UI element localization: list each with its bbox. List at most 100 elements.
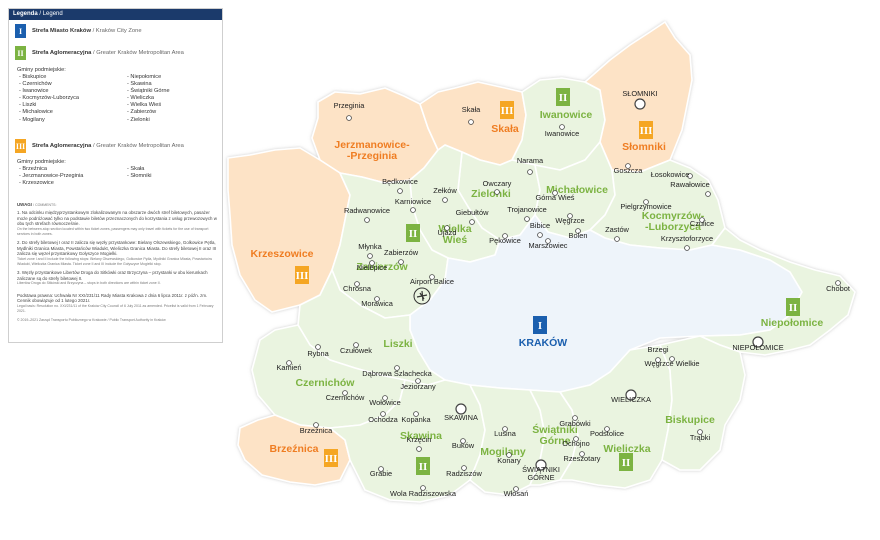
town-label: Narama: [517, 156, 544, 165]
town-marker: Czulice: [690, 217, 714, 228]
commune-label: Biskupice: [665, 414, 715, 426]
town-label: Pielgrzymowice: [620, 202, 671, 211]
zone-badge-III: III: [324, 449, 338, 467]
town-label: Radziszów: [446, 469, 482, 478]
town-label: Wola Radziszowska: [390, 489, 457, 498]
zone-badge-I: I: [533, 316, 547, 334]
town-marker: Pękowice: [489, 233, 521, 245]
town-label: NIEPOŁOMICE: [732, 343, 783, 352]
town-marker: Łosokowice: [651, 170, 693, 179]
zone-badge-II: II: [786, 298, 800, 316]
commune-label: Krzeszowice: [250, 248, 313, 260]
town-label: Młynka: [358, 242, 382, 251]
town-label: Krzęcin: [407, 435, 432, 444]
town-marker: Górna Wieś: [535, 190, 575, 202]
town-label: Dąbrowa Szlachecka: [362, 369, 432, 378]
town-label: Zabierzów: [384, 248, 419, 257]
town-marker: Pielgrzymowice: [620, 199, 672, 211]
town-label: Kamień: [276, 363, 301, 372]
town-label: Giebułtów: [456, 208, 490, 217]
town-label: ŚWIĄTNIKI GÓRNE: [522, 465, 560, 482]
town-marker: Nielepice: [357, 260, 387, 272]
town-label: Brzegi: [648, 345, 669, 354]
town-marker: Kamień: [276, 360, 302, 372]
commune-label: Zielonki: [471, 188, 511, 200]
town-label: Grabówki: [559, 419, 591, 428]
town-label: Przeginia: [334, 101, 366, 110]
town-label: Ochojno: [562, 439, 590, 448]
commune-label: Słomniki: [622, 141, 666, 153]
town-label: Czernichów: [326, 393, 365, 402]
svg-text:III: III: [640, 125, 653, 137]
town-label: Nielepice: [357, 263, 387, 272]
town-marker: Ochojno: [562, 436, 590, 448]
svg-text:II: II: [789, 302, 798, 314]
town-marker: Włosań: [504, 486, 528, 498]
town-label: Krzysztoforzyce: [661, 234, 713, 243]
town-label: Trojanowice: [507, 205, 547, 214]
town-marker: Chrosna: [343, 281, 372, 293]
svg-text:II: II: [622, 457, 631, 469]
town-label: Bolen: [569, 231, 588, 240]
town-label: Zełków: [433, 186, 457, 195]
zone-badge-III: III: [500, 101, 514, 119]
town-label: Skała: [462, 105, 481, 114]
town-label: SKAWINA: [444, 413, 478, 422]
town-marker: Buków: [452, 438, 475, 450]
town-label: Będkowice: [382, 177, 418, 186]
town-label: Zastów: [605, 225, 629, 234]
town-label: Morawica: [361, 299, 394, 308]
town-label: Kopanka: [401, 415, 431, 424]
town-label: Owczary: [483, 179, 512, 188]
town-marker: Goszcza: [614, 163, 644, 175]
town-marker: Grabie: [370, 466, 392, 478]
town-marker: Ujazd: [438, 225, 456, 237]
town-label: Węgrzce Wielkie: [644, 359, 699, 368]
svg-text:II: II: [419, 461, 428, 473]
town-label: Bibice: [530, 221, 550, 230]
town-marker: Lusina: [494, 426, 517, 438]
town-label: Marszowiec: [528, 241, 567, 250]
town-label: Łosokowice: [651, 170, 690, 179]
region-biskupice: [659, 335, 746, 471]
town-label: Goszcza: [614, 166, 644, 175]
zone-badge-III: III: [295, 266, 309, 284]
town-label: Rybna: [307, 349, 329, 358]
town-label: Radwanowice: [344, 206, 390, 215]
zone-badge-II: II: [556, 88, 570, 106]
town-marker: Węgrzce: [555, 213, 585, 225]
town-label: Węgrzce: [555, 216, 584, 225]
town-label: Grabie: [370, 469, 392, 478]
town-label: Górna Wieś: [535, 193, 574, 202]
town-marker: Bolen: [569, 228, 588, 240]
town-label: Buków: [452, 441, 475, 450]
zone-badge-II: II: [416, 457, 430, 475]
commune-label: KRAKÓW: [519, 336, 567, 349]
zone-map: Jerzmanowice--PrzeginiaSkałaIwanowiceSło…: [227, 21, 856, 503]
town-label: Chobot: [826, 284, 850, 293]
town-marker: Podstolice: [590, 426, 624, 438]
svg-text:II: II: [559, 92, 568, 104]
commune-label: Brzeźnica: [269, 443, 318, 455]
commune-label: Liszki: [383, 338, 412, 350]
town-label: Chrosna: [343, 284, 372, 293]
town-label: Konary: [497, 456, 521, 465]
town-label: Ochodza: [368, 415, 398, 424]
town-label: Czulice: [690, 219, 714, 228]
zone-badge-II: II: [619, 453, 633, 471]
commune-label: Czernichów: [296, 377, 356, 389]
town-label: Iwanowice: [545, 129, 580, 138]
town-label: Rzeszotary: [564, 454, 601, 463]
town-marker: Wołowice: [369, 395, 401, 407]
commune-label: Niepołomice: [761, 317, 824, 329]
town-label: Brzeźnica: [300, 426, 333, 435]
town-label: Jeziorzany: [400, 382, 436, 391]
town-label: Pękowice: [489, 236, 521, 245]
town-marker: Czernichów: [326, 390, 365, 402]
town-marker: Węgrzce Wielkie: [644, 356, 700, 368]
zone-badge-II: II: [406, 224, 420, 242]
svg-text:II: II: [409, 228, 418, 240]
town-marker: Rzeszotary: [564, 451, 601, 463]
town-marker: Morawica: [361, 296, 394, 308]
town-label: Czułówek: [340, 346, 372, 355]
